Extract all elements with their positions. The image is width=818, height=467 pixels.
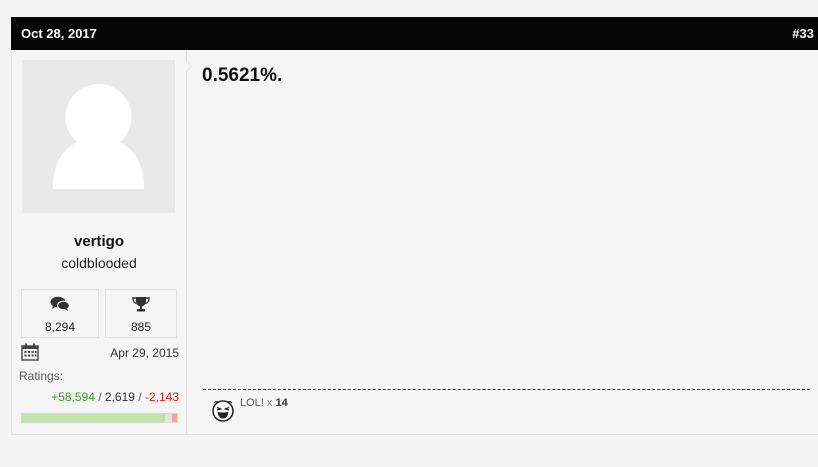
ratings-bar — [21, 413, 178, 423]
messages-stat[interactable]: 8,294 — [21, 289, 99, 338]
username[interactable]: vertigo — [12, 233, 186, 250]
calendar-icon — [21, 343, 39, 361]
ratings-positive: +58,594 — [51, 390, 95, 404]
comments-icon — [22, 296, 98, 312]
reaction-name: LOL! — [240, 397, 264, 409]
trophies-count: 885 — [130, 320, 152, 334]
trophies-stat[interactable]: 885 — [105, 289, 177, 338]
ratings-negative: -2,143 — [144, 390, 179, 404]
reaction-summary[interactable]: LOL! x 14 — [240, 397, 288, 409]
ratings-label: Ratings: — [19, 369, 64, 383]
message-content: 0.5621%. — [202, 65, 283, 86]
laughing-face-icon[interactable] — [211, 398, 235, 422]
post-permalink[interactable]: #33 — [792, 26, 814, 41]
message-arrow-inner — [186, 61, 191, 71]
ratings-values[interactable]: +58,594 / 2,619 / -2,143 — [51, 390, 179, 404]
post-body: vertigo coldblooded 8,294 885 Apr 29, 20… — [11, 50, 818, 435]
post-header: Oct 28, 2017 #33 — [11, 17, 818, 50]
reaction-multiplier: x — [266, 397, 273, 409]
post-date[interactable]: Oct 28, 2017 — [21, 26, 97, 41]
messages-count: 8,294 — [44, 320, 76, 334]
avatar[interactable] — [22, 60, 175, 213]
join-date: Apr 29, 2015 — [110, 346, 179, 360]
ratings-bar-negative — [171, 414, 177, 422]
reaction-count: 14 — [275, 397, 288, 409]
ratings-separator: / — [94, 390, 105, 404]
ratings-separator: / — [134, 390, 145, 404]
default-avatar-icon — [22, 60, 175, 213]
trophy-icon — [106, 296, 176, 312]
user-title: coldblooded — [61, 255, 137, 271]
ratings-neutral: 2,619 — [104, 390, 135, 404]
user-panel: vertigo coldblooded 8,294 885 Apr 29, 20… — [12, 50, 187, 434]
ratings-bar-positive — [22, 414, 166, 422]
reactions-divider — [203, 389, 810, 390]
